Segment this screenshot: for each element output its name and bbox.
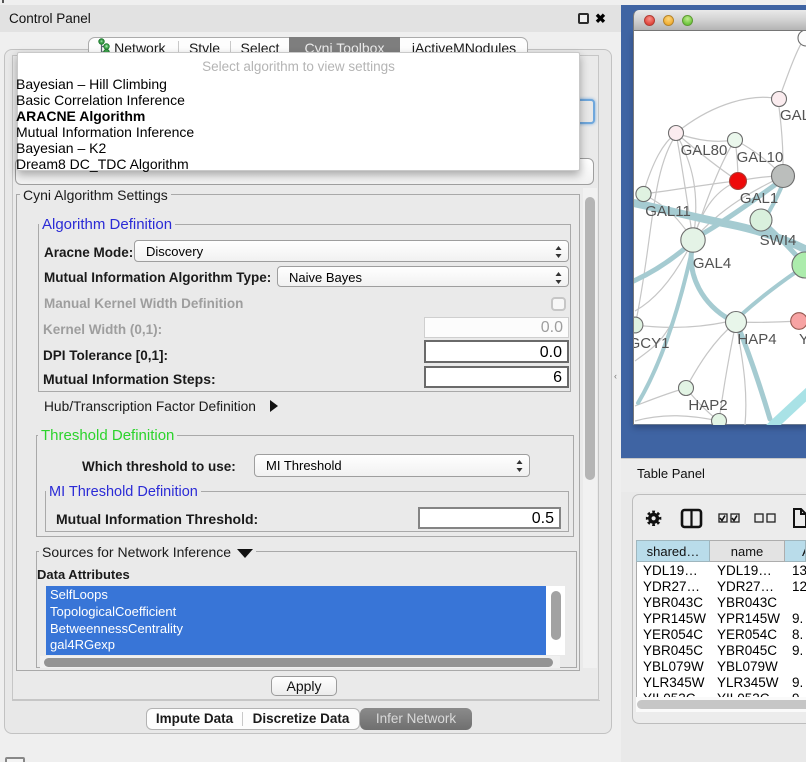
- svg-text:GAL7: GAL7: [780, 107, 806, 124]
- svg-text:HAP4: HAP4: [737, 331, 776, 348]
- svg-text:GAL80: GAL80: [681, 142, 728, 159]
- svg-text:GAL10: GAL10: [737, 149, 784, 166]
- svg-text:SWI4: SWI4: [760, 232, 797, 249]
- svg-text:YM: YM: [799, 331, 806, 348]
- svg-text:GCY1: GCY1: [634, 335, 669, 352]
- svg-text:GAL1: GAL1: [740, 190, 778, 207]
- svg-text:GAL4: GAL4: [693, 255, 731, 272]
- svg-text:GAL11: GAL11: [645, 203, 691, 220]
- svg-text:HAP2: HAP2: [688, 397, 727, 414]
